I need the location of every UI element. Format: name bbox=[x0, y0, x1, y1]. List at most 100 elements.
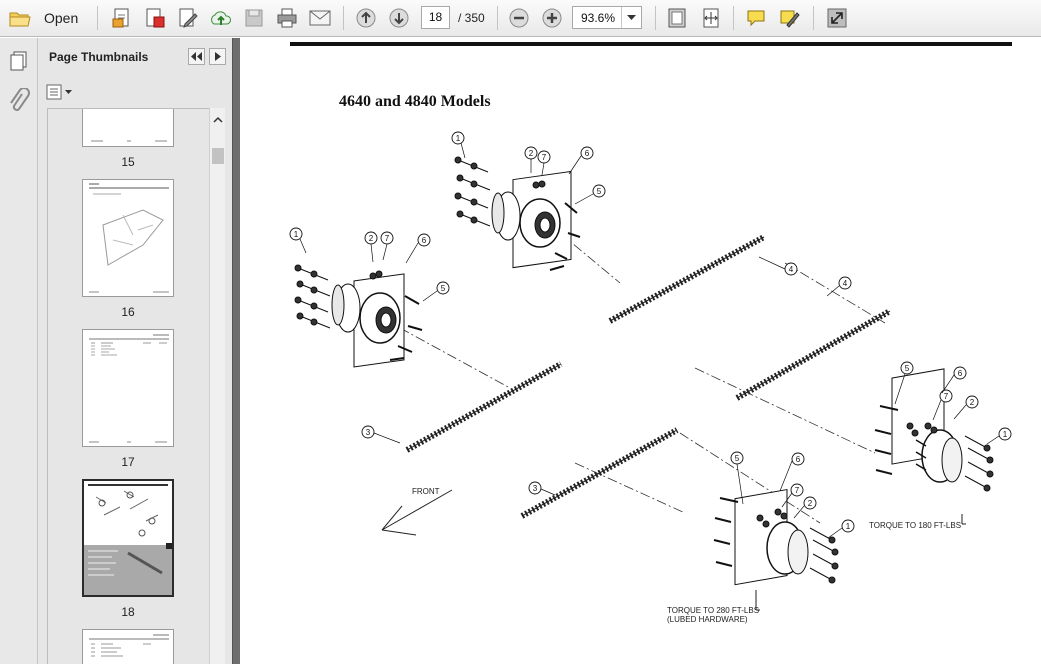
thumbnail-page-number: 18 bbox=[121, 605, 135, 619]
comment-button[interactable] bbox=[742, 5, 769, 31]
next-page-icon bbox=[389, 8, 408, 28]
toolbar: Open 18 / 350 93.6% bbox=[0, 0, 1041, 37]
page-thumbnail[interactable] bbox=[82, 629, 174, 664]
svg-text:7: 7 bbox=[385, 234, 390, 243]
hub-assembly-left bbox=[294, 264, 423, 368]
svg-text:6: 6 bbox=[585, 149, 590, 158]
torque-280-lubed-note: (LUBED HARDWARE) bbox=[667, 615, 748, 624]
thumbnail-options-button[interactable] bbox=[46, 82, 74, 102]
chevron-down-icon[interactable] bbox=[621, 7, 641, 28]
front-label: FRONT bbox=[412, 487, 440, 496]
thumbnail-scrollbar[interactable] bbox=[209, 108, 225, 664]
zoom-in-button[interactable] bbox=[538, 5, 565, 31]
zoom-out-button[interactable] bbox=[505, 5, 532, 31]
expand-icon bbox=[827, 8, 846, 28]
open-button[interactable] bbox=[6, 5, 33, 31]
zoom-value: 93.6% bbox=[581, 11, 616, 25]
hub-assembly-right bbox=[874, 368, 994, 492]
svg-text:6: 6 bbox=[958, 369, 963, 378]
scrollbar-thumb[interactable] bbox=[212, 148, 224, 164]
chain-3-left bbox=[405, 361, 563, 453]
open-label[interactable]: Open bbox=[44, 10, 78, 26]
save-icon bbox=[245, 9, 262, 27]
svg-text:4: 4 bbox=[843, 279, 848, 288]
thumbnail-page-number: 16 bbox=[121, 305, 135, 319]
svg-text:3: 3 bbox=[533, 484, 538, 493]
prev-page-button[interactable] bbox=[352, 5, 379, 31]
panel-title: Page Thumbnails bbox=[49, 50, 149, 64]
page-total: / 350 bbox=[458, 11, 485, 25]
thumbnail-preview bbox=[89, 334, 169, 443]
page-thumbnail[interactable] bbox=[82, 179, 174, 297]
create-pdf-icon bbox=[112, 8, 128, 28]
svg-text:2: 2 bbox=[529, 149, 534, 158]
torque-180-note: TORQUE TO 180 FT-LBS bbox=[869, 521, 961, 530]
upload-button[interactable] bbox=[207, 5, 234, 31]
svg-text:7: 7 bbox=[795, 486, 800, 495]
attachments-tab[interactable] bbox=[8, 87, 30, 119]
prev-page-icon bbox=[356, 8, 375, 28]
svg-text:2: 2 bbox=[808, 499, 813, 508]
scroll-up-icon[interactable] bbox=[210, 112, 226, 126]
chain-3-lower bbox=[520, 427, 679, 519]
thumbnail-preview bbox=[84, 484, 172, 595]
torque-280-note: TORQUE TO 280 FT-LBS bbox=[667, 606, 759, 615]
center-lines bbox=[399, 232, 886, 524]
save-button[interactable] bbox=[240, 5, 267, 31]
page-thumbnail-selected[interactable] bbox=[82, 479, 174, 597]
exploded-parts-diagram: 1 2 7 6 5 1 2 7 6 5 4 4 3 3 5 6 7 2 1 5 … bbox=[289, 131, 1012, 624]
svg-text:5: 5 bbox=[905, 364, 910, 373]
svg-text:3: 3 bbox=[366, 428, 371, 437]
chain-4-right bbox=[735, 308, 892, 401]
expand-button[interactable] bbox=[823, 5, 850, 31]
page-thumbnail[interactable] bbox=[82, 329, 174, 447]
page-number-input[interactable]: 18 bbox=[421, 6, 450, 29]
edit-pdf-button[interactable] bbox=[174, 5, 201, 31]
svg-text:2: 2 bbox=[970, 398, 975, 407]
navigation-rail bbox=[0, 38, 38, 664]
hub-assembly-lower bbox=[713, 488, 839, 586]
collapse-panel-button[interactable] bbox=[188, 48, 205, 65]
thumbnail-page-number: 17 bbox=[121, 455, 135, 469]
svg-text:1: 1 bbox=[294, 230, 299, 239]
svg-text:5: 5 bbox=[441, 284, 446, 293]
page-thumbnail[interactable] bbox=[82, 109, 174, 147]
thumbnail-preview bbox=[89, 634, 169, 657]
thumbnail-page-number: 15 bbox=[121, 155, 135, 169]
panel-expand-button[interactable] bbox=[209, 48, 226, 65]
hub-assembly-upper bbox=[454, 156, 581, 271]
torque-180-leader bbox=[961, 514, 966, 525]
print-icon bbox=[277, 8, 296, 28]
chain-4-upper bbox=[608, 234, 766, 324]
thumbnail-preview bbox=[91, 140, 167, 142]
email-button[interactable] bbox=[306, 5, 333, 31]
print-button[interactable] bbox=[273, 5, 300, 31]
fit-width-icon bbox=[703, 8, 718, 28]
panel-splitter[interactable] bbox=[232, 38, 240, 664]
fit-page-button[interactable] bbox=[663, 5, 690, 31]
create-pdf-button[interactable] bbox=[108, 5, 135, 31]
separator bbox=[497, 6, 498, 30]
thumbnail-list[interactable]: 15 16 17 18 bbox=[47, 108, 213, 664]
svg-text:6: 6 bbox=[796, 455, 801, 464]
document-view[interactable]: 4640 and 4840 Models 1 2 7 6 5 1 2 7 6 5… bbox=[240, 38, 1041, 664]
next-page-button[interactable] bbox=[385, 5, 412, 31]
chevron-right-icon bbox=[214, 52, 221, 61]
zoom-select[interactable]: 93.6% bbox=[572, 6, 642, 29]
svg-text:7: 7 bbox=[944, 392, 949, 401]
zoom-out-icon bbox=[509, 8, 528, 28]
create-pdf-icon bbox=[146, 8, 164, 28]
fit-width-button[interactable] bbox=[697, 5, 724, 31]
svg-text:5: 5 bbox=[597, 187, 602, 196]
highlight-icon bbox=[780, 10, 800, 28]
svg-text:7: 7 bbox=[542, 153, 547, 162]
upload-icon bbox=[210, 11, 231, 25]
comment-icon bbox=[747, 10, 764, 27]
svg-text:6: 6 bbox=[422, 236, 427, 245]
open-folder-icon bbox=[9, 12, 31, 27]
front-arrow bbox=[381, 489, 453, 536]
page-thumbnails-tab[interactable] bbox=[8, 50, 30, 77]
svg-text:1: 1 bbox=[1003, 430, 1008, 439]
convert-pdf-button[interactable] bbox=[141, 5, 168, 31]
highlight-button[interactable] bbox=[776, 5, 803, 31]
